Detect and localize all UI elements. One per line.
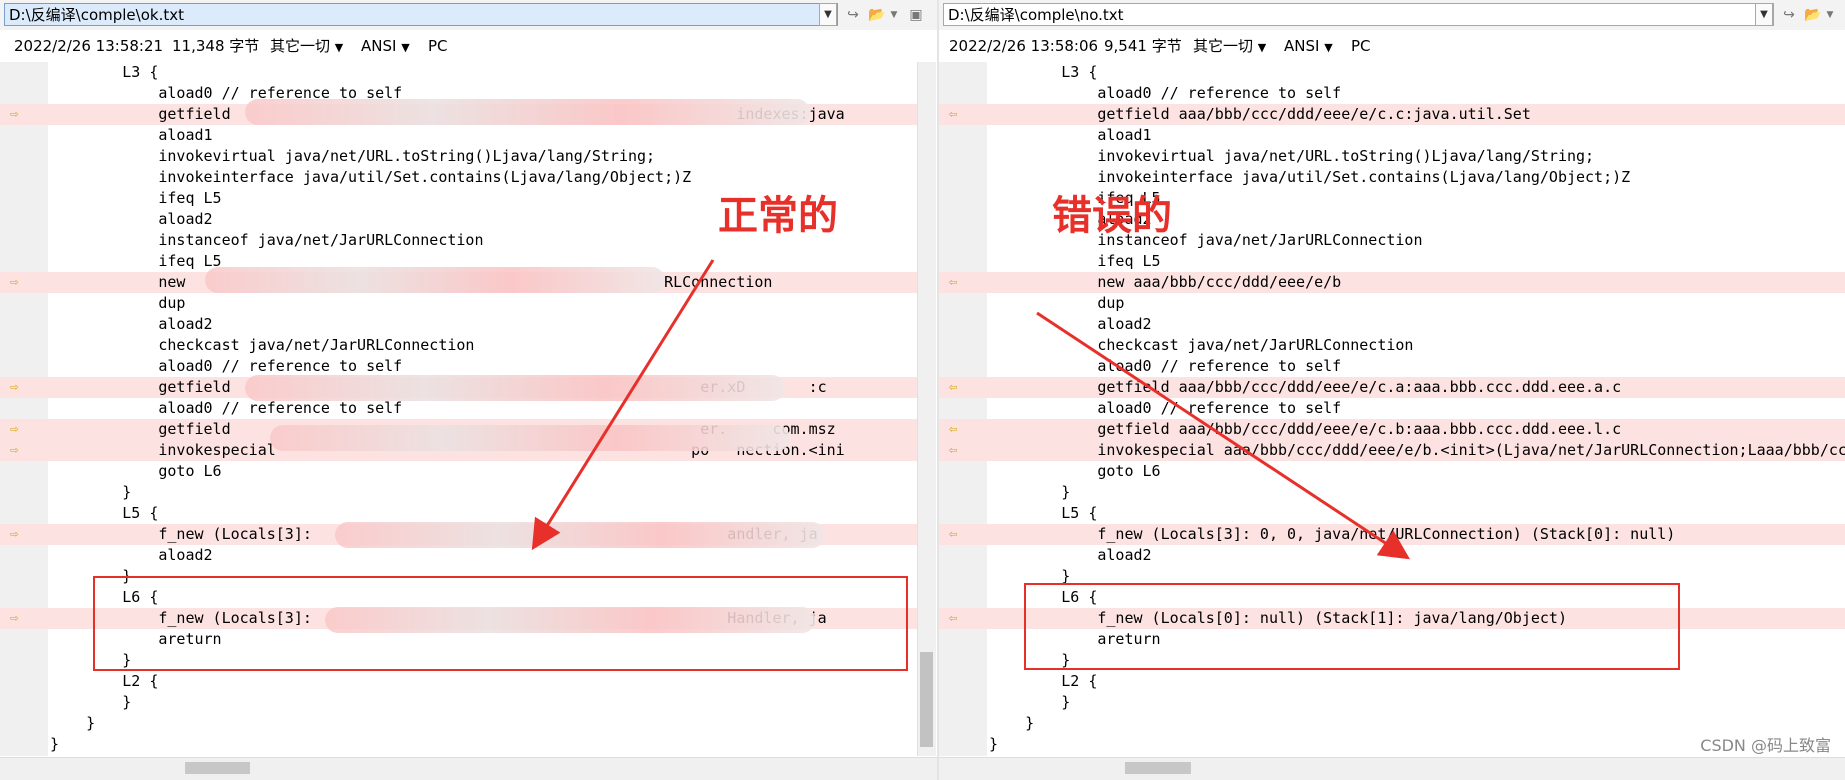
right-highlight-box	[1024, 583, 1680, 670]
left-annotation-label: 正常的	[718, 193, 838, 239]
watermark: CSDN @码上致富	[1700, 736, 1831, 755]
left-highlight-box	[93, 576, 908, 671]
right-arrow	[1036, 311, 1411, 560]
annotation-overlay	[93, 259, 1680, 671]
right-annotation-label: 错误的	[1052, 193, 1172, 239]
left-arrow	[531, 259, 715, 551]
